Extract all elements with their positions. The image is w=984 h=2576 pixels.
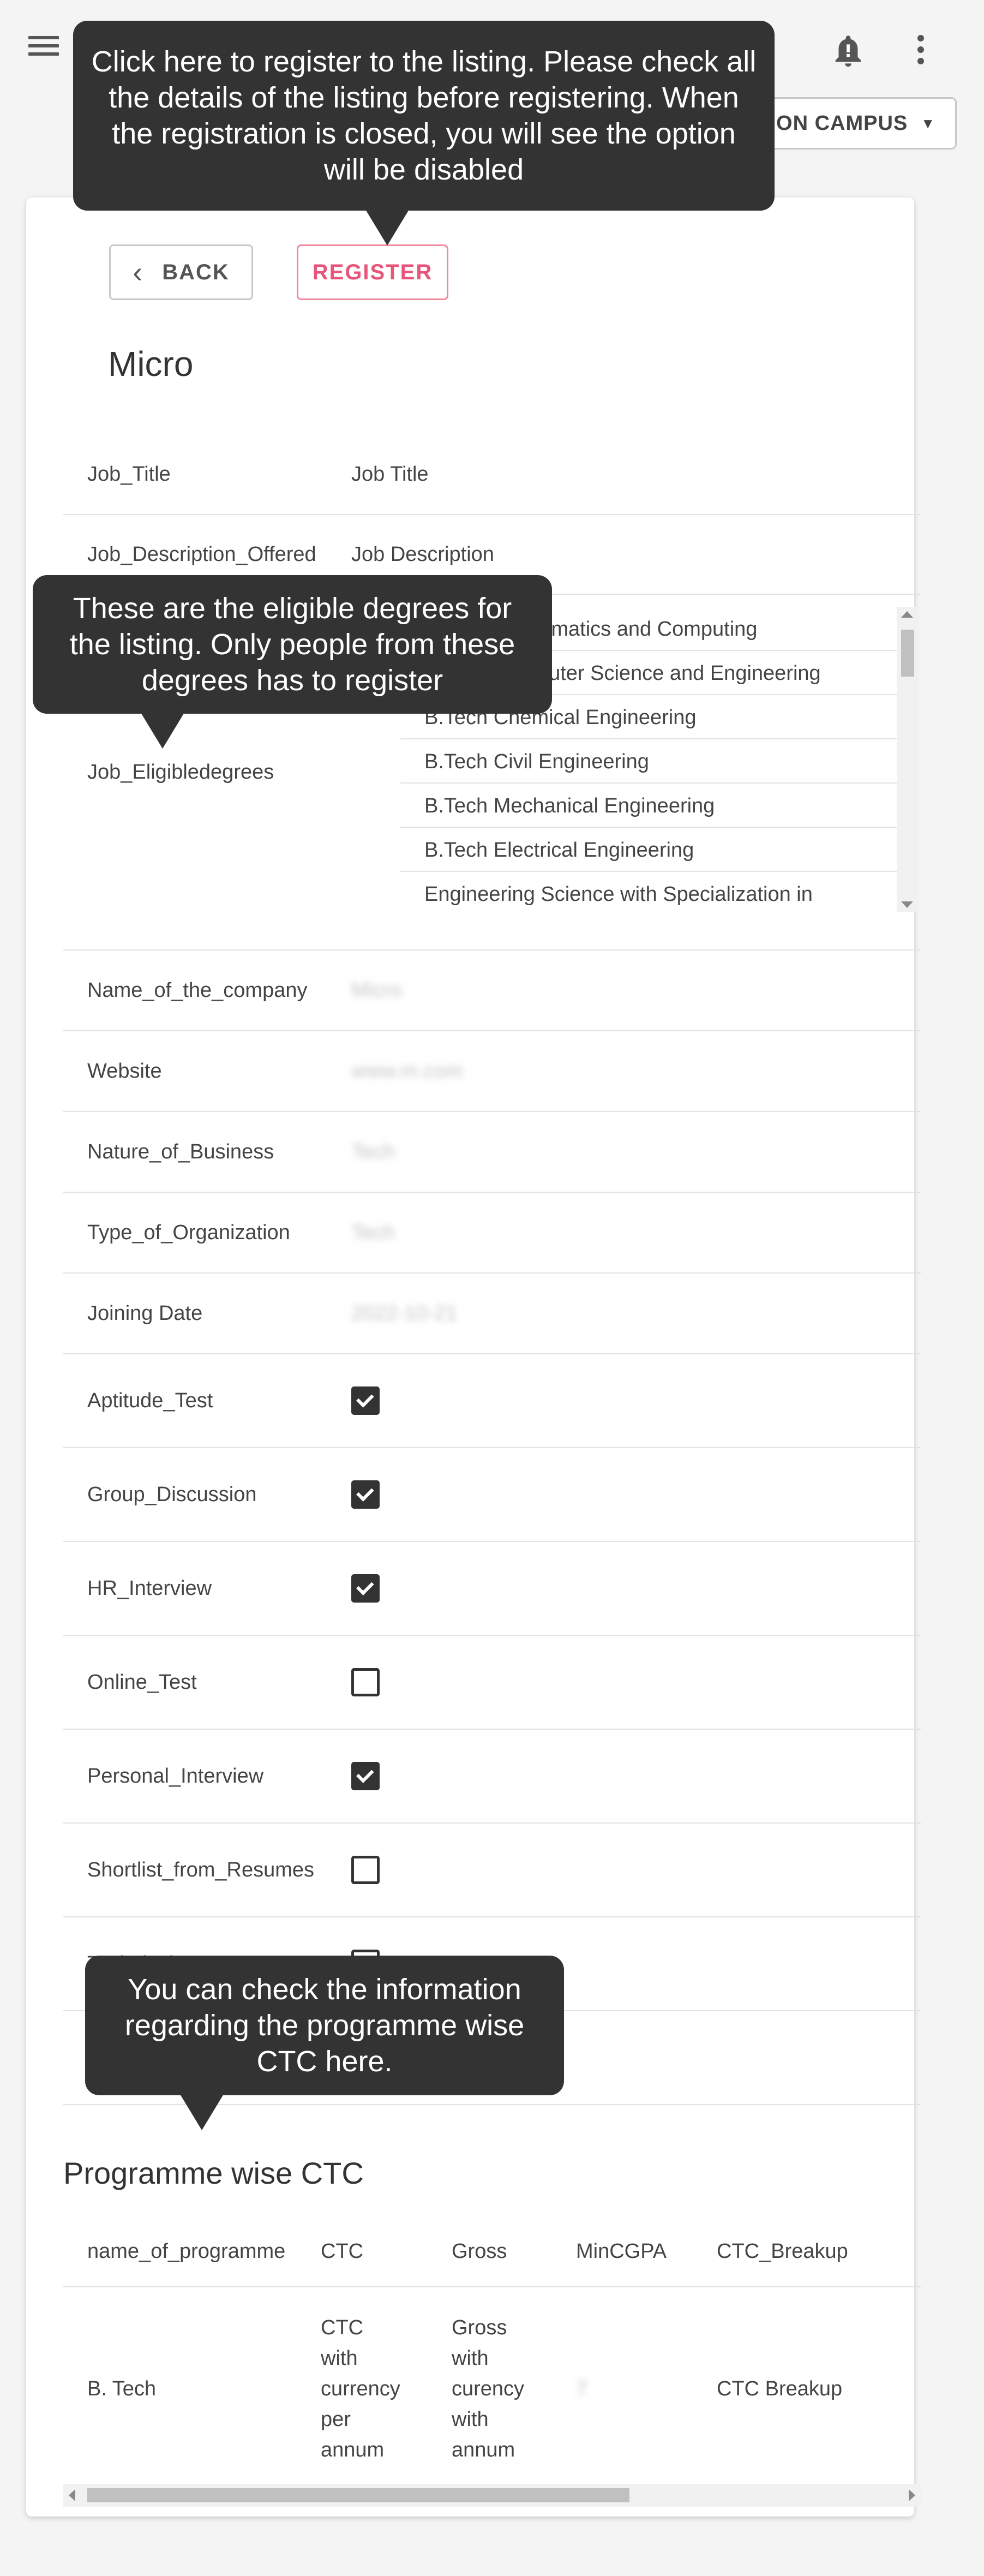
detail-row-website: Website www.m.com <box>63 1031 921 1112</box>
table-cell: Gross with curency with annum <box>452 2316 525 2461</box>
chevron-down-icon: ▼ <box>921 115 935 132</box>
detail-label: Group_Discussion <box>87 1483 257 1506</box>
detail-label: Website <box>87 1059 162 1083</box>
menu-icon[interactable] <box>28 36 59 60</box>
detail-value: 2022-10-21 <box>351 1301 458 1325</box>
detail-value: Job Title <box>351 462 429 486</box>
checkbox[interactable] <box>351 1480 380 1509</box>
detail-label: HR_Interview <box>87 1576 212 1600</box>
detail-label: Job_Description_Offered <box>87 542 316 566</box>
column-header: CTC <box>321 2239 364 2263</box>
tooltip-tail <box>180 2094 224 2130</box>
detail-label: Job_Title <box>87 462 171 486</box>
detail-label: Job_Eligibledegrees <box>87 760 274 784</box>
detail-label: Shortlist_from_Resumes <box>87 1858 315 1881</box>
more-vert-icon[interactable] <box>905 32 936 70</box>
listing-title: Micro <box>108 344 194 384</box>
list-item: B.Tech Mechanical Engineering <box>400 784 897 828</box>
tooltip-text: Click here to register to the listing. P… <box>91 45 757 186</box>
detail-label: Nature_of_Business <box>87 1140 274 1163</box>
tooltip-text: These are the eligible degrees for the l… <box>69 592 515 697</box>
detail-row-process: Shortlist_from_Resumes <box>63 1824 921 1917</box>
detail-row-organization-type: Type_of_Organization Tech <box>63 1193 921 1274</box>
scroll-left-icon[interactable] <box>69 2489 75 2501</box>
register-tooltip: Click here to register to the listing. P… <box>73 21 775 246</box>
table-header-row: name_of_programme CTC Gross MinCGPA CTC_… <box>63 2216 921 2287</box>
detail-row-nature-of-business: Nature_of_Business Tech <box>63 1112 921 1193</box>
degrees-scrollbar[interactable] <box>897 607 919 912</box>
campus-select-value: ON CAMPUS <box>776 111 908 135</box>
detail-value: www.m.com <box>351 1059 463 1083</box>
register-button-label: REGISTER <box>312 260 433 284</box>
section-title-ctc: Programme wise CTC <box>63 2156 364 2190</box>
tooltip-text: You can check the information regarding … <box>124 1973 525 2078</box>
scroll-down-icon[interactable] <box>901 901 913 908</box>
checkbox[interactable] <box>351 1574 380 1603</box>
checkbox[interactable] <box>351 1668 380 1696</box>
detail-row-joining-date: Joining Date 2022-10-21 <box>63 1274 921 1354</box>
detail-label: Type_of_Organization <box>87 1221 290 1244</box>
table-horizontal-scrollbar[interactable] <box>63 2484 921 2507</box>
list-item: Engineering Science with Specialization … <box>400 872 897 912</box>
detail-label: Aptitude_Test <box>87 1389 213 1412</box>
chevron-left-icon: ‹ <box>133 256 144 289</box>
detail-value: Tech <box>351 1140 395 1163</box>
detail-row-job-title: Job_Title Job Title <box>63 434 921 515</box>
column-header: name_of_programme <box>87 2239 286 2263</box>
detail-label: Name_of_the_company <box>87 978 308 1002</box>
scrollbar-thumb[interactable] <box>901 630 914 677</box>
table-cell: CTC with currency per annum <box>321 2316 400 2461</box>
detail-row-process: Aptitude_Test <box>63 1354 921 1448</box>
detail-label: Joining Date <box>87 1301 203 1325</box>
table-cell: CTC Breakup <box>717 2377 843 2400</box>
checkbox[interactable] <box>351 1762 380 1790</box>
listing-card: ‹ BACK REGISTER Micro Job_Title Job Titl… <box>26 198 921 2517</box>
detail-value: Micro <box>351 978 402 1002</box>
list-item: B.Tech Civil Engineering <box>400 739 897 784</box>
detail-row-process: HR_Interview <box>63 1542 921 1636</box>
degrees-tooltip: These are the eligible degrees for the l… <box>33 575 552 749</box>
detail-label: Personal_Interview <box>87 1764 264 1788</box>
scrollbar-thumb[interactable] <box>87 2488 629 2502</box>
detail-label: Online_Test <box>87 1670 197 1694</box>
detail-value: Job Description <box>351 542 494 566</box>
scroll-right-icon[interactable] <box>909 2489 915 2501</box>
back-button-label: BACK <box>162 260 230 284</box>
detail-row-company-name: Name_of_the_company Micro <box>63 951 921 1031</box>
list-item: B.Tech Electrical Engineering <box>400 828 897 872</box>
checkbox[interactable] <box>351 1856 380 1884</box>
detail-row-process: Online_Test <box>63 1636 921 1730</box>
table-row: B. Tech CTC with currency per annum Gros… <box>63 2287 921 2490</box>
column-header: MinCGPA <box>576 2239 667 2263</box>
detail-value: Tech <box>351 1221 395 1244</box>
table-cell: 7 <box>576 2377 588 2400</box>
detail-row-process: Personal_Interview <box>63 1730 921 1824</box>
tooltip-tail <box>141 713 184 749</box>
register-button[interactable]: REGISTER <box>297 244 448 300</box>
checkbox[interactable] <box>351 1386 380 1415</box>
column-header: CTC_Breakup <box>717 2239 848 2263</box>
tooltip-tail <box>365 210 409 246</box>
ctc-table: name_of_programme CTC Gross MinCGPA CTC_… <box>63 2216 921 2490</box>
scroll-up-icon[interactable] <box>901 611 913 618</box>
table-cell: B. Tech <box>87 2377 157 2400</box>
ctc-tooltip: You can check the information regarding … <box>85 1956 564 2130</box>
column-header: Gross <box>452 2239 507 2263</box>
bell-icon[interactable] <box>829 32 867 70</box>
detail-row-process: Group_Discussion <box>63 1448 921 1542</box>
back-button[interactable]: ‹ BACK <box>109 244 253 300</box>
